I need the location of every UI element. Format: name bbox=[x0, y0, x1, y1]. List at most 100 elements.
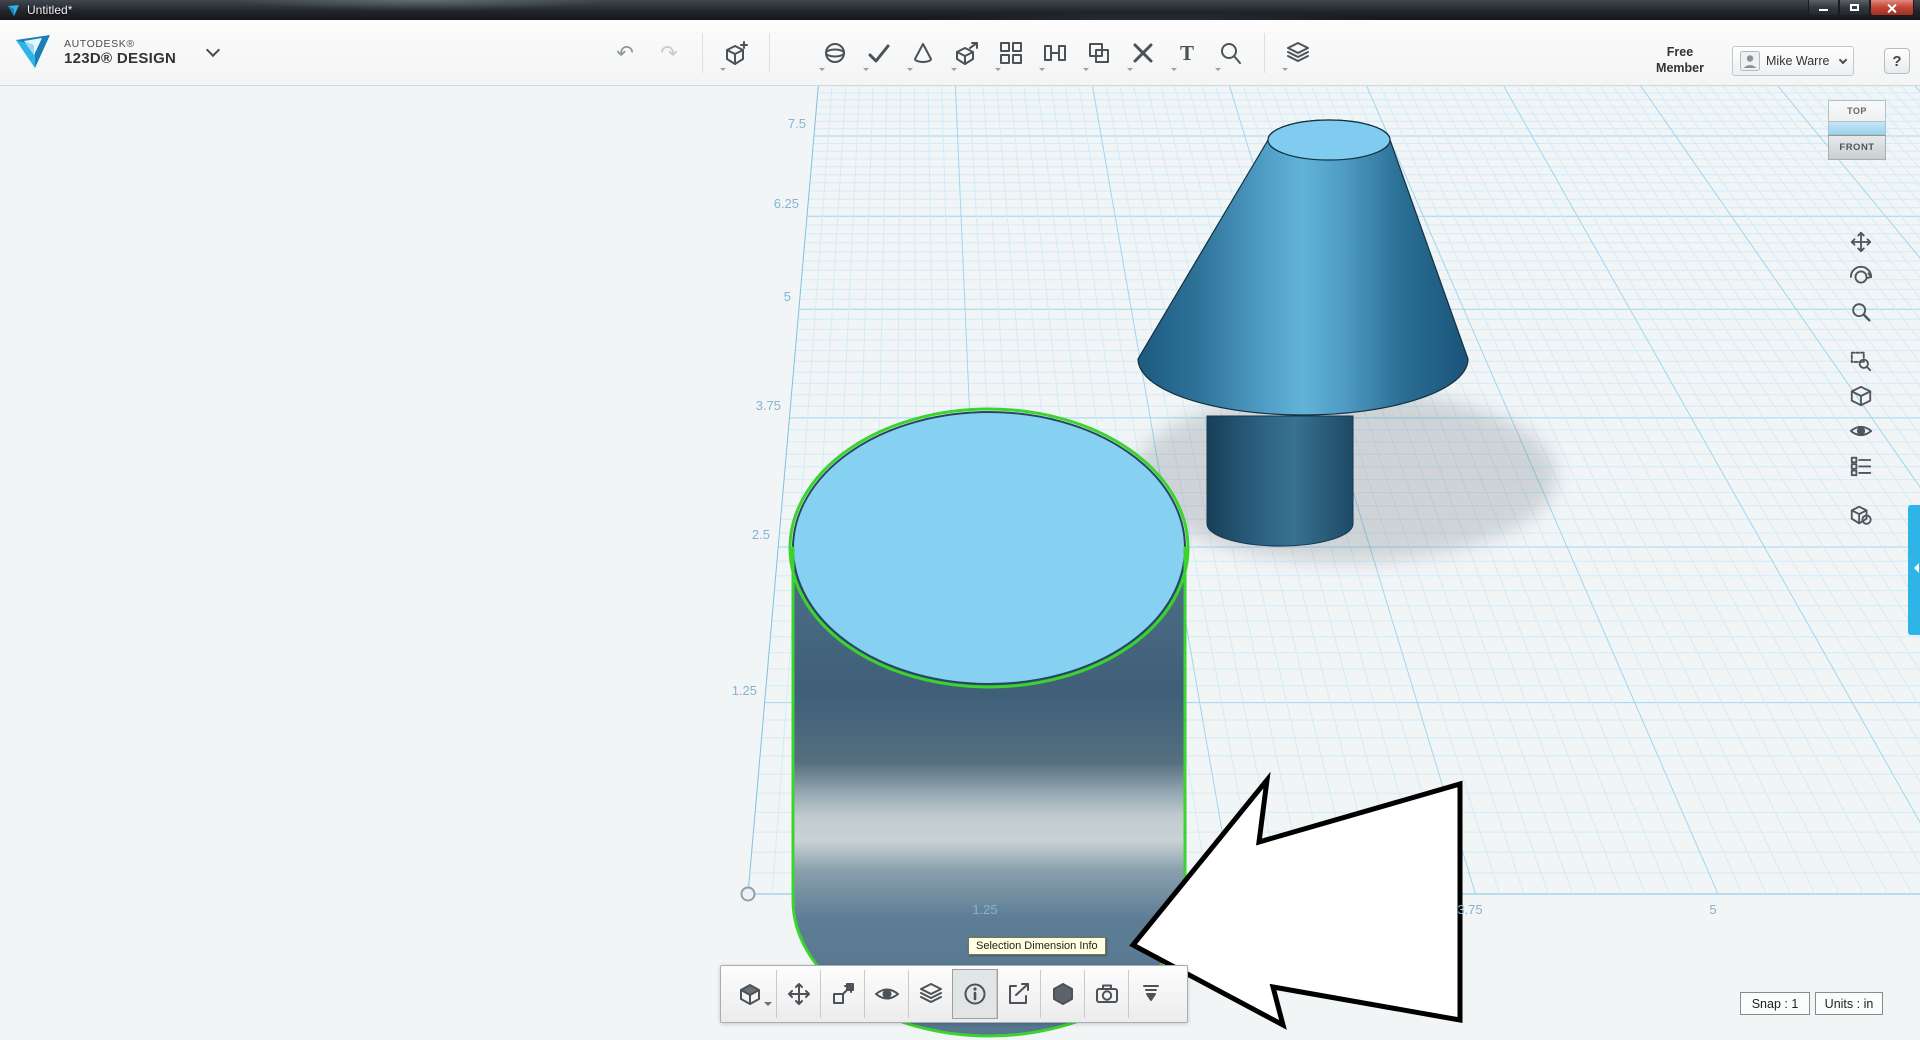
toolbar-separator bbox=[702, 33, 703, 73]
grouping-button[interactable] bbox=[1279, 32, 1317, 74]
selection-toolbar bbox=[720, 965, 1188, 1023]
123d-logo-icon bbox=[16, 35, 50, 68]
create-button[interactable] bbox=[948, 32, 986, 74]
axis-label-left: 2.5 bbox=[751, 527, 770, 542]
minimize-icon bbox=[1819, 9, 1828, 11]
selection-dimension-info-button[interactable] bbox=[952, 969, 998, 1019]
pan-button[interactable] bbox=[1846, 228, 1876, 256]
text-tool-icon: T bbox=[1179, 40, 1194, 65]
delete-button[interactable] bbox=[1124, 32, 1162, 74]
material-layers-button[interactable] bbox=[909, 970, 953, 1018]
brand-line1: AUTODESK® bbox=[64, 37, 135, 50]
construct-button[interactable] bbox=[816, 32, 854, 74]
axis-label-left: 5 bbox=[783, 289, 791, 304]
view-mode-button[interactable] bbox=[1846, 382, 1876, 410]
sphere-icon bbox=[825, 43, 845, 63]
membership-status[interactable]: Free Member bbox=[1645, 44, 1715, 77]
scale-icon bbox=[832, 983, 854, 1004]
app-menu[interactable]: AUTODESK® 123D® DESIGN bbox=[12, 31, 221, 73]
parts-bin-tab[interactable] bbox=[1908, 505, 1920, 635]
zoom-window-button[interactable] bbox=[1846, 347, 1876, 375]
axis-label-bottom: 3.75 bbox=[1457, 902, 1483, 917]
zoom-window-icon bbox=[1850, 351, 1872, 372]
origin-marker bbox=[740, 886, 756, 902]
view-cube-top-face[interactable]: TOP bbox=[1828, 100, 1886, 122]
display-settings-icon bbox=[1850, 456, 1872, 477]
redo-button[interactable]: ↷ bbox=[650, 32, 688, 74]
pattern-grid-icon bbox=[1000, 42, 1022, 64]
primitives-button[interactable] bbox=[717, 32, 755, 74]
window-title: Untitled* bbox=[27, 3, 73, 17]
minimize-button[interactable] bbox=[1808, 0, 1839, 16]
undo-icon: ↶ bbox=[616, 41, 634, 65]
cone-icon bbox=[914, 43, 932, 63]
snap-setting[interactable]: Snap : 1 bbox=[1740, 992, 1810, 1015]
solid-cube-button[interactable] bbox=[725, 970, 777, 1018]
text-button[interactable]: T bbox=[1168, 32, 1206, 74]
export-button[interactable] bbox=[997, 970, 1041, 1018]
view-cube-front-face[interactable]: FRONT bbox=[1828, 135, 1886, 160]
zoom-button[interactable] bbox=[1846, 298, 1876, 326]
view-cube[interactable]: TOP FRONT bbox=[1828, 100, 1886, 160]
membership-line2: Member bbox=[1656, 61, 1704, 76]
cone-primitive-button[interactable] bbox=[904, 32, 942, 74]
scale-button[interactable] bbox=[821, 970, 865, 1018]
brand-line2: 123D® DESIGN bbox=[64, 49, 177, 67]
title-bar: Untitled* bbox=[0, 0, 1920, 20]
cube-arrow-icon bbox=[956, 42, 978, 65]
redo-icon: ↷ bbox=[660, 41, 678, 65]
material-button[interactable] bbox=[1846, 501, 1876, 529]
maximize-icon bbox=[1850, 4, 1859, 11]
view-cube-top-slab[interactable] bbox=[1828, 122, 1886, 135]
units-setting[interactable]: Units : in bbox=[1815, 992, 1883, 1015]
cube-view-icon bbox=[1850, 385, 1872, 407]
toolbar-separator bbox=[769, 33, 770, 73]
close-icon bbox=[1887, 3, 1897, 13]
tweak-loop-icon bbox=[1221, 43, 1241, 64]
delete-x-icon bbox=[1133, 43, 1153, 63]
snapshot-button[interactable] bbox=[1085, 970, 1129, 1018]
orbit-icon bbox=[1849, 265, 1873, 284]
orbit-button[interactable] bbox=[1846, 263, 1876, 291]
help-button[interactable]: ? bbox=[1884, 48, 1910, 74]
app-toolbar: AUTODESK® 123D® DESIGN ↶ ↷ T Free Member… bbox=[0, 20, 1920, 86]
pan-icon bbox=[1850, 231, 1872, 253]
combine-button[interactable] bbox=[1080, 32, 1118, 74]
tweak-button[interactable] bbox=[1212, 32, 1250, 74]
display-settings-button[interactable] bbox=[1846, 452, 1876, 480]
visibility-button[interactable] bbox=[1846, 417, 1876, 445]
scene-svg[interactable] bbox=[0, 86, 1920, 1040]
main-tools: ↶ ↷ T bbox=[606, 32, 1317, 74]
visibility-toggle-button[interactable] bbox=[865, 970, 909, 1018]
pattern-button[interactable] bbox=[992, 32, 1030, 74]
move-button[interactable] bbox=[777, 970, 821, 1018]
close-button[interactable] bbox=[1870, 0, 1914, 16]
axis-label-bottom: 1.25 bbox=[972, 902, 998, 917]
solid-cube-icon bbox=[739, 984, 760, 1005]
tooltip: Selection Dimension Info bbox=[968, 937, 1106, 955]
primitives-cube-icon bbox=[726, 41, 748, 65]
maximize-button[interactable] bbox=[1839, 0, 1870, 16]
snap-icon bbox=[1044, 45, 1066, 61]
eye-icon bbox=[1849, 425, 1873, 437]
sketch-check-icon bbox=[868, 44, 890, 63]
user-name: Mike Warre ... bbox=[1766, 54, 1834, 68]
user-menu-button[interactable]: Mike Warre ... bbox=[1732, 46, 1854, 76]
collapse-icon bbox=[1143, 985, 1159, 1001]
snap-button[interactable] bbox=[1036, 32, 1074, 74]
viewport-3d[interactable]: 7.5 6.25 5 3.75 2.5 1.25 1.25 3.75 5 TOP… bbox=[0, 86, 1920, 1040]
membership-line1: Free bbox=[1666, 45, 1694, 59]
undo-button[interactable]: ↶ bbox=[606, 32, 644, 74]
material-button[interactable] bbox=[1041, 970, 1085, 1018]
material-gem-icon bbox=[1052, 983, 1073, 1005]
axis-label-left: 6.25 bbox=[773, 196, 799, 211]
navigation-toolbar bbox=[1845, 228, 1877, 529]
axis-label-bottom: 5 bbox=[1709, 902, 1717, 917]
collapse-toolbar-button[interactable] bbox=[1129, 970, 1173, 1018]
move-icon bbox=[787, 983, 810, 1005]
layers-icon bbox=[919, 983, 942, 1003]
sketch-button[interactable] bbox=[860, 32, 898, 74]
info-icon bbox=[964, 983, 985, 1005]
eye-icon bbox=[874, 988, 899, 1000]
app-menu-chevron-icon[interactable] bbox=[206, 42, 221, 58]
